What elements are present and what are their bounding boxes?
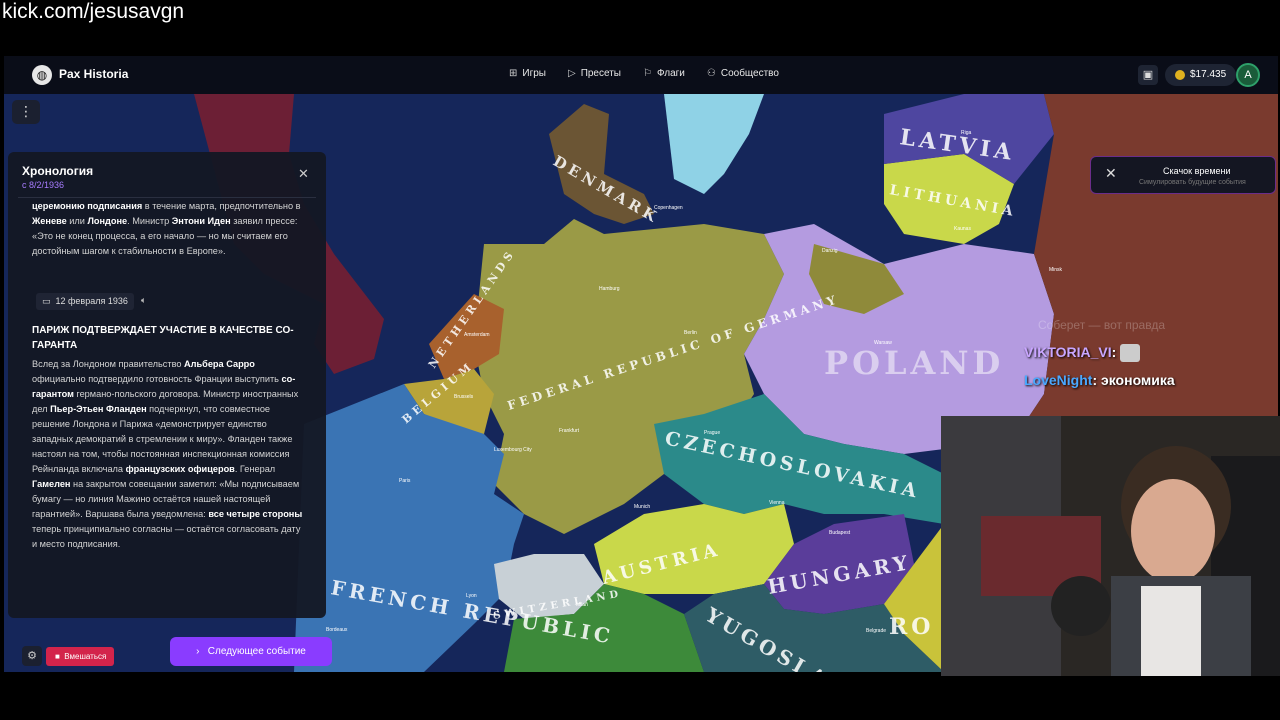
divider xyxy=(18,197,316,198)
svg-text:POLAND: POLAND xyxy=(824,344,1004,382)
svg-text:Milan: Milan xyxy=(576,602,588,608)
gift-icon[interactable]: ▣ xyxy=(1138,65,1158,85)
svg-text:Berlin: Berlin xyxy=(684,330,697,336)
svg-text:Danzig: Danzig xyxy=(822,248,838,254)
webcam-feed xyxy=(941,416,1280,676)
settings-gear-icon[interactable]: ⚙ xyxy=(22,646,42,666)
svg-text:Belgrade: Belgrade xyxy=(866,628,886,634)
svg-text:Munich: Munich xyxy=(634,504,650,510)
event-headline: ПАРИЖ ПОДТВЕРЖДАЕТ УЧАСТИЕ В КАЧЕСТВЕ СО… xyxy=(32,325,294,351)
svg-text:Paris: Paris xyxy=(399,478,411,484)
nav-games[interactable]: ⊞ Игры xyxy=(509,68,546,79)
flag-icon: ⚐ xyxy=(643,68,652,79)
gamepad-icon: ⊞ xyxy=(509,68,518,79)
more-menu-button[interactable]: ⋮ xyxy=(12,100,40,124)
app-header: ◍ Pax Historia ⊞ Игры ▷ Пресеты ⚐ Флаги ⚇ Со… xyxy=(4,56,1278,94)
svg-text:Brussels: Brussels xyxy=(454,394,474,400)
svg-text:Amsterdam: Amsterdam xyxy=(464,332,490,338)
user-avatar[interactable]: A xyxy=(1236,63,1260,87)
main-nav: ⊞ Игры ▷ Пресеты ⚐ Флаги ⚇ Сообщество xyxy=(509,68,779,79)
event-body-text: Вслед за Лондоном правительство Альбера … xyxy=(32,359,303,549)
stream-chat-overlay: Соберет — вот правда VIKTORIA_VI: LoveNi… xyxy=(1018,318,1280,418)
time-jump-panel[interactable]: ✕ Скачок времени Симулировать будущие со… xyxy=(1090,156,1276,194)
time-jump-title: Скачок времени xyxy=(1163,166,1231,176)
svg-text:Lyon: Lyon xyxy=(466,593,477,599)
close-icon[interactable]: ✕ xyxy=(1105,165,1117,182)
svg-text:Vienna: Vienna xyxy=(769,500,785,506)
svg-text:Prague: Prague xyxy=(704,430,720,436)
svg-text:Bordeaux: Bordeaux xyxy=(326,627,348,633)
svg-text:Kaunas: Kaunas xyxy=(954,226,971,232)
svg-text:Minsk: Minsk xyxy=(1049,267,1063,273)
svg-text:Frankfurt: Frankfurt xyxy=(559,428,580,434)
streamer-image xyxy=(941,416,1280,676)
speaker-icon[interactable]: 🔈︎ xyxy=(141,295,146,306)
svg-text:Luxembourg City: Luxembourg City xyxy=(494,447,532,453)
time-jump-subtitle: Симулировать будущие события xyxy=(1139,179,1246,186)
svg-text:Budapest: Budapest xyxy=(829,530,851,536)
next-event-button[interactable]: › Следующее событие xyxy=(170,637,332,666)
svg-text:Riga: Riga xyxy=(961,130,972,136)
svg-text:Hamburg: Hamburg xyxy=(599,286,620,292)
event-date-chip: ▭ 12 февраля 1936 xyxy=(36,293,134,310)
users-icon: ⚇ xyxy=(706,68,716,79)
timeline-title: Хронология xyxy=(22,164,94,178)
intervene-button[interactable]: ■ Вмешаться xyxy=(46,647,115,666)
previous-event-text: церемонию подписания в течение марта, пр… xyxy=(32,201,301,256)
brand-name[interactable]: Pax Historia xyxy=(59,67,128,81)
cat-emote-icon xyxy=(1120,344,1141,363)
nav-flags[interactable]: ⚐ Флаги xyxy=(643,68,685,79)
balance-badge[interactable]: $17.435 xyxy=(1165,64,1237,86)
stream-url-overlay: kick.com/jesusavgn xyxy=(2,0,185,23)
close-icon[interactable]: ✕ xyxy=(298,166,309,182)
nav-community[interactable]: ⚇ Сообщество xyxy=(707,68,779,79)
timeline-panel: Хронология с 8/2/1936 ✕ церемонию подпис… xyxy=(8,152,326,618)
svg-text:Warsaw: Warsaw xyxy=(874,340,892,346)
chat-message: VIKTORIA_VI: xyxy=(1024,344,1141,363)
chat-faded-line: Соберет — вот правда xyxy=(1038,318,1166,332)
chat-message: LoveNight: экономика xyxy=(1024,372,1175,388)
play-icon: ▷ xyxy=(567,68,576,79)
nav-presets[interactable]: ▷ Пресеты xyxy=(568,68,621,79)
coin-icon xyxy=(1175,70,1185,80)
globe-logo-icon[interactable]: ◍ xyxy=(32,65,52,85)
timeline-date: с 8/2/1936 xyxy=(22,180,65,190)
svg-text:Copenhagen: Copenhagen xyxy=(654,205,683,211)
svg-text:RO: RO xyxy=(889,614,934,640)
